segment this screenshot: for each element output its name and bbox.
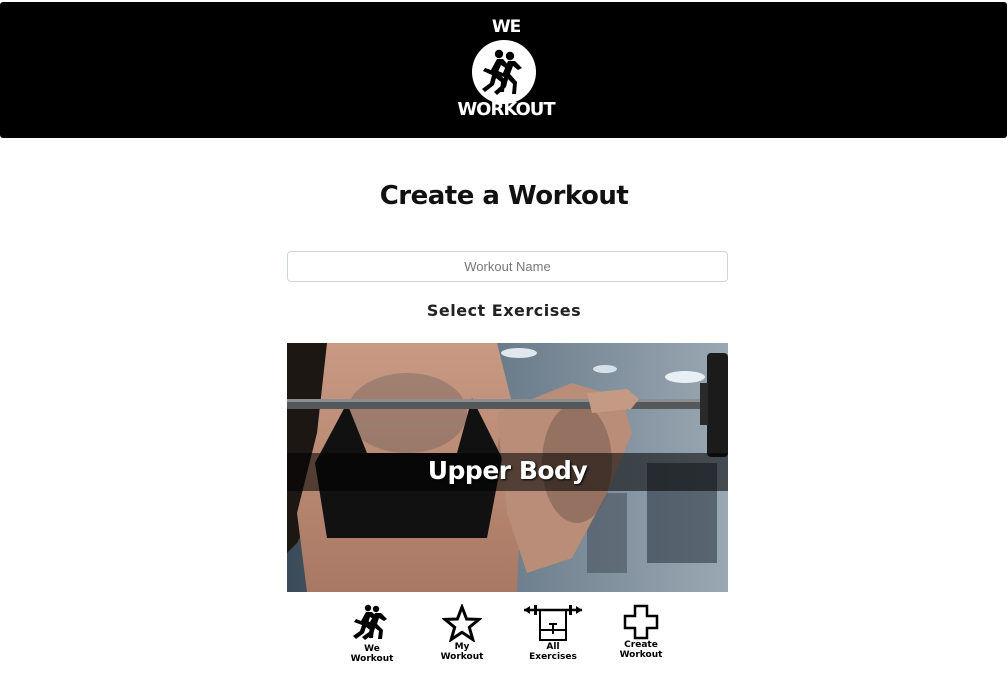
nav-all-exercises-line1: All: [546, 642, 560, 652]
nav-my-workout-line2: Workout: [440, 652, 484, 662]
nav-my-workout-line1: My: [454, 642, 470, 652]
star-icon: [442, 604, 482, 642]
select-exercises-label: Select Exercises: [426, 301, 582, 320]
nav-create-workout-line1: Create: [624, 640, 658, 650]
card-label: Upper Body: [427, 456, 588, 485]
runners-icon: [472, 40, 536, 104]
runners-icon: [353, 604, 387, 640]
plus-icon: [623, 604, 659, 640]
barbell-icon: [524, 605, 582, 641]
nav-we-workout-line1: We: [364, 644, 380, 654]
nav-all-exercises-line2: Exercises: [529, 652, 577, 662]
bottom-nav: We Workout My Workout All Exercises Crea…: [0, 604, 1008, 666]
upper-body-card[interactable]: Upper Body: [287, 343, 728, 592]
nav-my-workout[interactable]: My Workout: [427, 604, 497, 666]
we-workout-logo[interactable]: WE WORKOUT: [454, 16, 558, 126]
nav-all-exercises[interactable]: All Exercises: [518, 604, 588, 666]
site-header: WE WORKOUT: [0, 2, 1007, 138]
page-title: Create a Workout: [379, 181, 629, 211]
nav-we-workout[interactable]: We Workout: [337, 604, 407, 666]
nav-create-workout-line2: Workout: [619, 650, 663, 660]
nav-create-workout[interactable]: Create Workout: [606, 604, 676, 666]
nav-we-workout-line2: Workout: [350, 654, 394, 664]
workout-name-input[interactable]: [287, 251, 728, 282]
logo-bottom-text: WORKOUT: [457, 99, 555, 120]
logo-top-text: WE: [491, 17, 521, 37]
